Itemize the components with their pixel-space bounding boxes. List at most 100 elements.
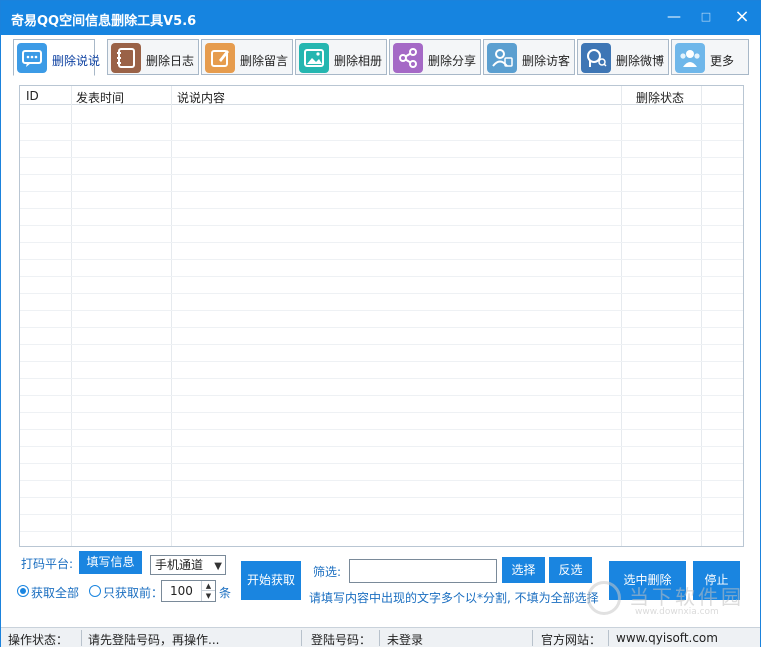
status-site-link[interactable]: www.qyisoft.com: [616, 631, 718, 645]
watermark-logo: 当下软件园 www.downxia.com: [587, 579, 757, 623]
row-line: [20, 463, 743, 464]
edit-note-icon: [205, 43, 235, 73]
channel-select[interactable]: 手机通道 ▼: [150, 555, 226, 575]
tab-delete-shuoshuo[interactable]: 删除说说: [13, 39, 100, 76]
filter-label: 筛选:: [313, 565, 342, 579]
row-line: [20, 429, 743, 430]
chevron-down-icon: ▼: [214, 561, 222, 572]
row-line: [20, 174, 743, 175]
notebook-icon: [111, 43, 141, 73]
status-divider: [532, 630, 533, 646]
row-line: [20, 225, 743, 226]
status-divider: [379, 630, 380, 646]
visitor-icon: [487, 43, 517, 73]
window-title: 奇易QQ空间信息删除工具V5.6: [11, 14, 197, 29]
app-window: 奇易QQ空间信息删除工具V5.6 — □ × 删除说说 删除日志 删除留言 删除…: [0, 0, 761, 647]
row-line: [20, 531, 743, 532]
photo-icon: [299, 43, 329, 73]
row-line: [20, 293, 743, 294]
count-value: 100: [170, 584, 193, 598]
count-stepper[interactable]: 100 ▲ ▼: [161, 580, 216, 602]
row-line: [20, 140, 743, 141]
fill-info-button[interactable]: 填写信息: [79, 551, 142, 574]
table-header: ID 发表时间 说说内容 删除状态: [20, 86, 743, 105]
status-bar: 操作状态： 请先登陆号码，再操作... 登陆号码： 未登录 官方网站： www.…: [1, 627, 760, 647]
stepper-down-icon[interactable]: ▼: [201, 591, 215, 601]
tab-delete-album[interactable]: 删除相册: [295, 39, 387, 75]
get-all-label: 获取全部: [31, 586, 80, 600]
get-only-label: 只获取前：: [103, 586, 164, 600]
row-line: [20, 412, 743, 413]
column-header-time[interactable]: 发表时间: [76, 89, 124, 106]
column-divider: [621, 86, 622, 546]
chat-bubble-icon: [17, 43, 47, 73]
row-line: [20, 480, 743, 481]
column-header-id[interactable]: ID: [26, 89, 39, 103]
share-icon: [393, 43, 423, 73]
stepper-up-icon[interactable]: ▲: [201, 581, 215, 591]
status-op-label: 操作状态：: [8, 633, 69, 647]
row-line: [20, 157, 743, 158]
column-divider: [701, 86, 702, 546]
count-unit: 条: [219, 586, 232, 600]
status-op-value: 请先登陆号码，再操作...: [88, 633, 220, 647]
row-line: [20, 327, 743, 328]
tab-label: 删除分享: [428, 54, 477, 68]
status-divider: [301, 630, 302, 646]
column-divider: [71, 86, 72, 546]
close-button[interactable]: ×: [730, 7, 754, 27]
row-line: [20, 361, 743, 362]
captcha-label: 打码平台:: [21, 557, 74, 571]
row-line: [20, 208, 743, 209]
tab-delete-log[interactable]: 删除日志: [107, 39, 199, 75]
row-line: [20, 378, 743, 379]
shuoshuo-table[interactable]: ID 发表时间 说说内容 删除状态: [19, 85, 744, 547]
row-line: [20, 514, 743, 515]
filter-hint: 请填写内容中出现的文字多个以*分割, 不填为全部选择: [309, 591, 599, 605]
watermark-url: www.downxia.com: [635, 607, 719, 617]
tab-label: 删除微博: [616, 54, 665, 68]
minimize-button[interactable]: —: [662, 7, 686, 27]
status-login-value: 未登录: [387, 633, 424, 647]
get-all-radio[interactable]: [17, 585, 29, 597]
column-divider: [171, 86, 172, 546]
get-only-radio[interactable]: [89, 585, 101, 597]
status-divider: [81, 630, 82, 646]
tab-label: 删除相册: [334, 54, 383, 68]
users-icon: [675, 43, 705, 73]
tab-label: 删除日志: [146, 54, 195, 68]
tab-more[interactable]: 更多: [671, 39, 749, 75]
row-line: [20, 123, 743, 124]
title-bar: 奇易QQ空间信息删除工具V5.6 — □ ×: [1, 1, 760, 35]
maximize-button[interactable]: □: [694, 7, 718, 27]
status-divider: [608, 630, 609, 646]
tab-delete-message[interactable]: 删除留言: [201, 39, 293, 75]
row-line: [20, 310, 743, 311]
weibo-search-icon: [581, 43, 611, 73]
channel-select-value: 手机通道: [155, 558, 204, 572]
tab-strip: 删除说说 删除日志 删除留言 删除相册 删除分享 删除访客 删除微博 更多: [13, 39, 753, 76]
watermark-text: 当下软件园: [629, 585, 744, 609]
row-line: [20, 395, 743, 396]
tab-delete-visitor[interactable]: 删除访客: [483, 39, 575, 75]
row-line: [20, 259, 743, 260]
row-line: [20, 497, 743, 498]
tab-delete-weibo[interactable]: 删除微博: [577, 39, 669, 75]
row-line: [20, 276, 743, 277]
tab-label: 更多: [710, 54, 735, 68]
column-header-status[interactable]: 删除状态: [636, 89, 684, 106]
tab-delete-share[interactable]: 删除分享: [389, 39, 481, 75]
filter-input[interactable]: [349, 559, 497, 583]
status-login-label: 登陆号码：: [311, 633, 372, 647]
tab-label: 删除访客: [522, 54, 571, 68]
select-button[interactable]: 选择: [502, 557, 545, 583]
tab-label: 删除留言: [240, 54, 289, 68]
row-line: [20, 242, 743, 243]
row-line: [20, 191, 743, 192]
start-fetch-button[interactable]: 开始获取: [241, 561, 301, 600]
status-site-label: 官方网站：: [541, 633, 602, 647]
watermark-circle-icon: [587, 581, 621, 615]
tab-label: 删除说说: [52, 54, 101, 68]
column-header-content[interactable]: 说说内容: [177, 89, 225, 106]
invert-select-button[interactable]: 反选: [549, 557, 592, 583]
